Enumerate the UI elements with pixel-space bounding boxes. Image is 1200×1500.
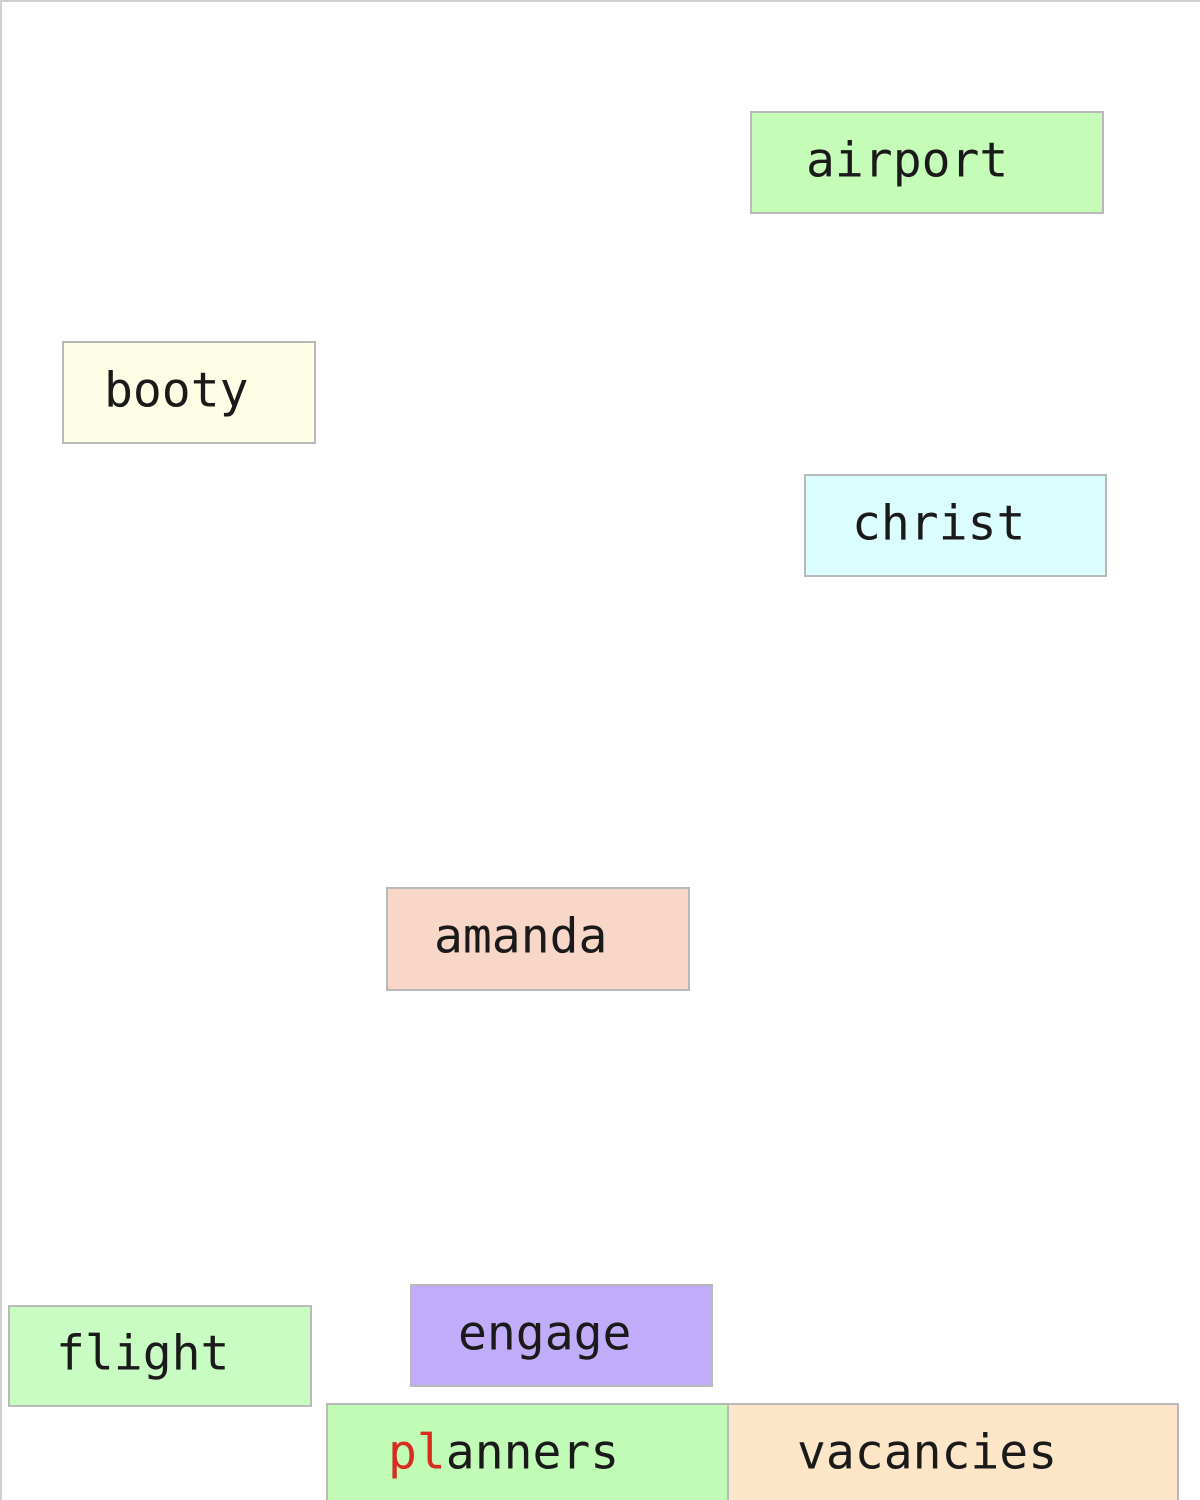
word-tile-engage[interactable]: engage [410,1284,713,1387]
word-tile-vacancies[interactable]: vacancies [727,1403,1179,1500]
word-tile-flight[interactable]: flight [8,1305,312,1407]
word-tile-amanda[interactable]: amanda [386,887,690,991]
remaining-text: anners [445,1424,620,1481]
word-tile-christ[interactable]: christ [804,474,1107,577]
word-tile-label: flight [56,1330,229,1378]
remaining-text: amanda [434,908,608,965]
word-canvas: airport booty christ amanda engage fligh… [0,0,1200,1500]
word-tile-planners[interactable]: planners [326,1403,729,1500]
remaining-text: airport [806,132,1009,189]
typed-prefix: pl [388,1424,446,1481]
remaining-text: flight [56,1325,230,1382]
word-tile-label: amanda [434,913,607,961]
word-tile-label: booty [104,366,249,414]
word-tile-booty[interactable]: booty [62,341,316,444]
word-tile-label: planners [388,1429,619,1477]
remaining-text: booty [104,362,249,419]
word-tile-label: engage [458,1309,631,1357]
word-tile-label: christ [852,499,1025,547]
word-tile-label: airport [806,136,1008,184]
remaining-text: christ [852,495,1026,552]
word-tile-label: vacancies [797,1429,1057,1477]
word-tile-airport[interactable]: airport [750,111,1104,214]
remaining-text: vacancies [797,1424,1058,1481]
remaining-text: engage [458,1305,632,1362]
